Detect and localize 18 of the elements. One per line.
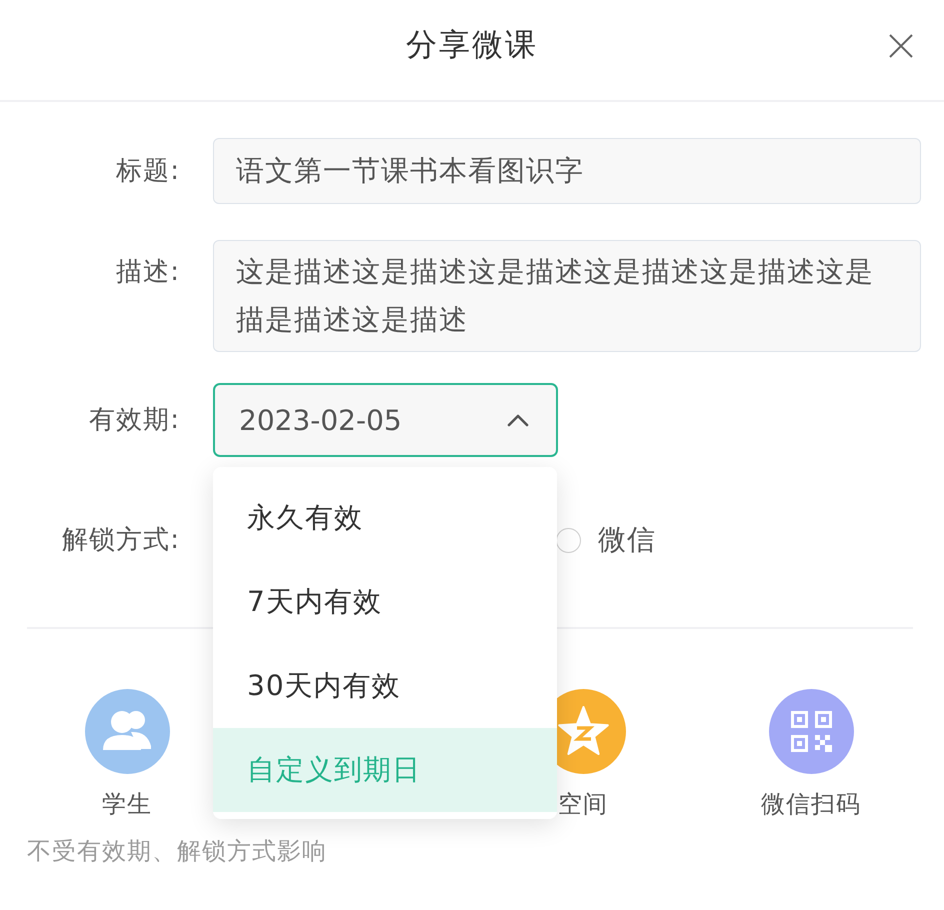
- date-select[interactable]: 2023-02-05: [213, 383, 558, 457]
- share-label[interactable]: 空间: [558, 789, 608, 819]
- radio-label[interactable]: 微信: [598, 521, 656, 559]
- note-text: 不受有效期、解锁方式影响: [27, 836, 327, 866]
- field-label: 描述:: [116, 256, 180, 289]
- share-label[interactable]: 微信扫码: [761, 789, 861, 819]
- description-field[interactable]: 这是描述这是描述这是描述这是描述这是描述这是描是描述这是描述: [213, 240, 921, 352]
- share-label[interactable]: 学生: [102, 789, 152, 819]
- field-label: 有效期:: [89, 404, 180, 437]
- dropdown-option[interactable]: 永久有效: [213, 476, 557, 560]
- close-icon[interactable]: [889, 34, 913, 58]
- field-label: 标题:: [116, 155, 180, 188]
- dropdown-option[interactable]: 30天内有效: [213, 644, 557, 728]
- field-label: 解锁方式:: [62, 524, 180, 557]
- title-field[interactable]: 语文第一节课书本看图识字: [213, 138, 921, 204]
- dialog-title: 分享微课: [406, 26, 538, 65]
- radio-button[interactable]: [556, 528, 581, 552]
- dropdown-option[interactable]: 7天内有效: [213, 560, 557, 644]
